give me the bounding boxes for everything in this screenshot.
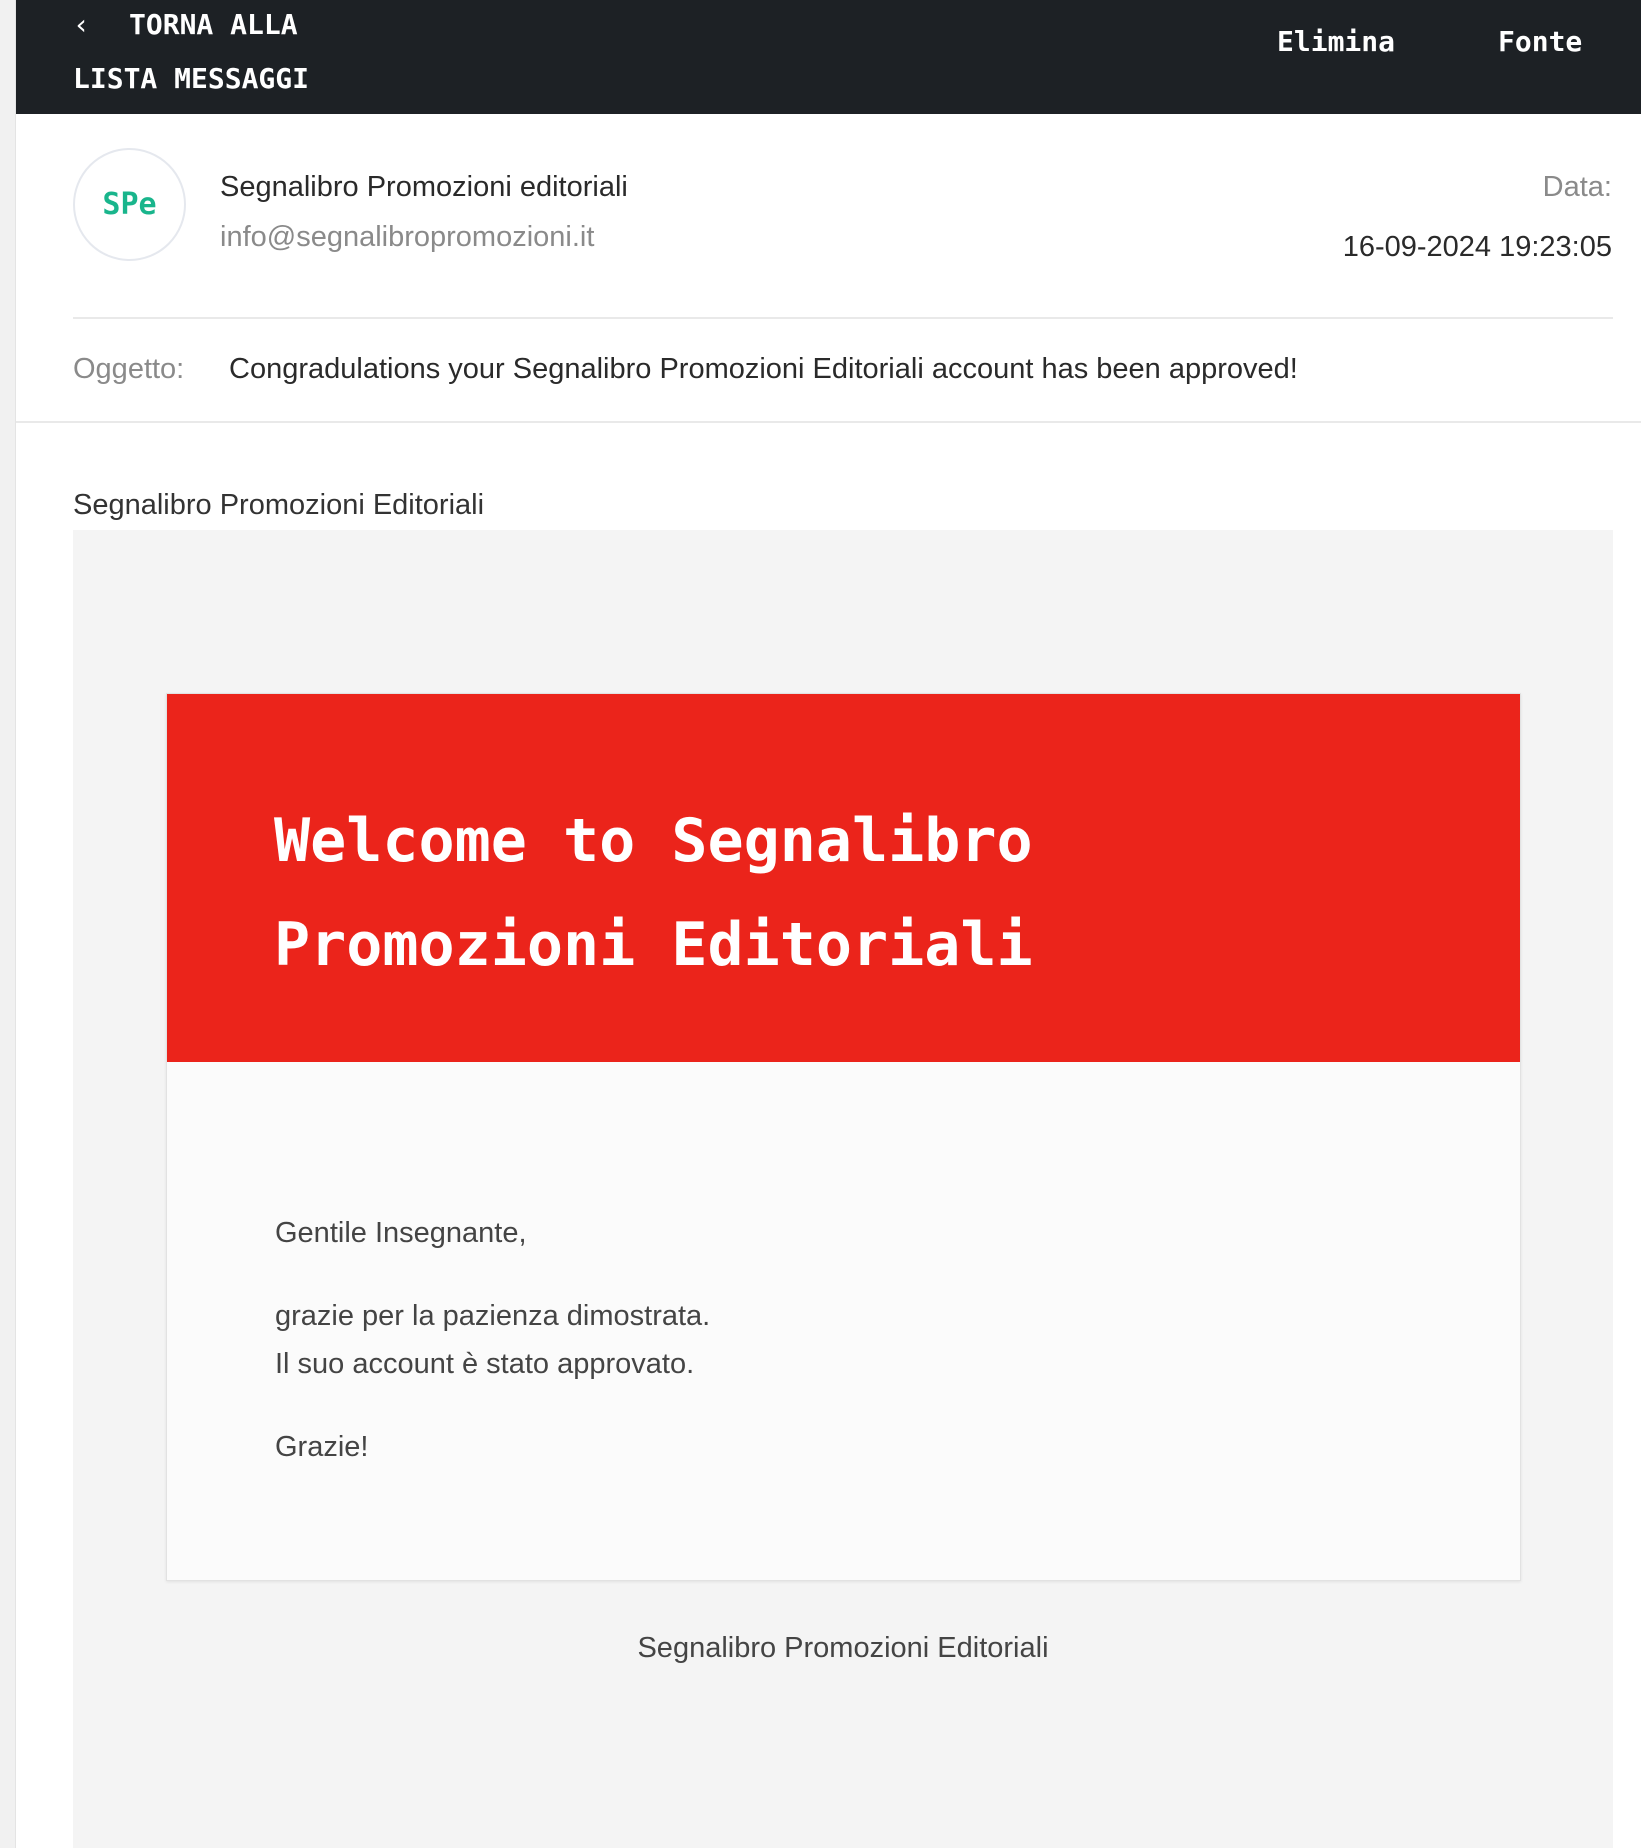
left-edge-strip — [0, 0, 16, 1848]
subject-text: Congradulations your Segnalibro Promozio… — [229, 353, 1298, 385]
sender-name: Segnalibro Promozioni editoriali — [220, 171, 628, 203]
email-footer: Segnalibro Promozioni Editoriali — [637, 1632, 1049, 1664]
subject-label: Oggetto: — [73, 353, 185, 385]
body-line-1: grazie per la pazienza dimostrata. — [275, 1300, 711, 1332]
avatar: SPe — [73, 148, 186, 261]
body-line-2: Il suo account è stato approvato. — [275, 1348, 695, 1380]
subject-divider — [16, 421, 1641, 423]
welcome-line-1: Welcome to Segnalibro — [274, 806, 1033, 876]
top-toolbar: ‹ TORNA ALLA LISTA MESSAGGI Elimina Fonte — [16, 0, 1641, 114]
email-card: Welcome to Segnalibro Promozioni Editori… — [166, 693, 1521, 1581]
closing-text: Grazie! — [275, 1431, 369, 1463]
date-value: 16-09-2024 19:23:05 — [1342, 231, 1612, 263]
source-button[interactable]: Fonte — [1498, 18, 1582, 66]
header-divider — [73, 317, 1613, 319]
sender-email: info@segnalibropromozioni.it — [220, 221, 595, 253]
email-viewer-page: ‹ TORNA ALLA LISTA MESSAGGI Elimina Fonte… — [0, 0, 1641, 1848]
email-preheader: Segnalibro Promozioni Editoriali — [73, 489, 485, 521]
date-label: Data: — [1542, 171, 1612, 203]
chevron-left-icon: ‹ — [73, 8, 90, 41]
greeting-text: Gentile Insegnante, — [275, 1217, 527, 1249]
delete-button[interactable]: Elimina — [1277, 18, 1395, 66]
back-to-message-list-button[interactable]: ‹ TORNA ALLA LISTA MESSAGGI — [73, 0, 393, 106]
back-label-line-1: TORNA ALLA — [129, 8, 298, 41]
welcome-heading: Welcome to Segnalibro Promozioni Editori… — [274, 789, 1274, 997]
welcome-line-2: Promozioni Editoriali — [274, 910, 1033, 980]
back-label-line-2: LISTA MESSAGGI — [73, 62, 310, 95]
welcome-banner: Welcome to Segnalibro Promozioni Editori… — [167, 694, 1520, 1062]
